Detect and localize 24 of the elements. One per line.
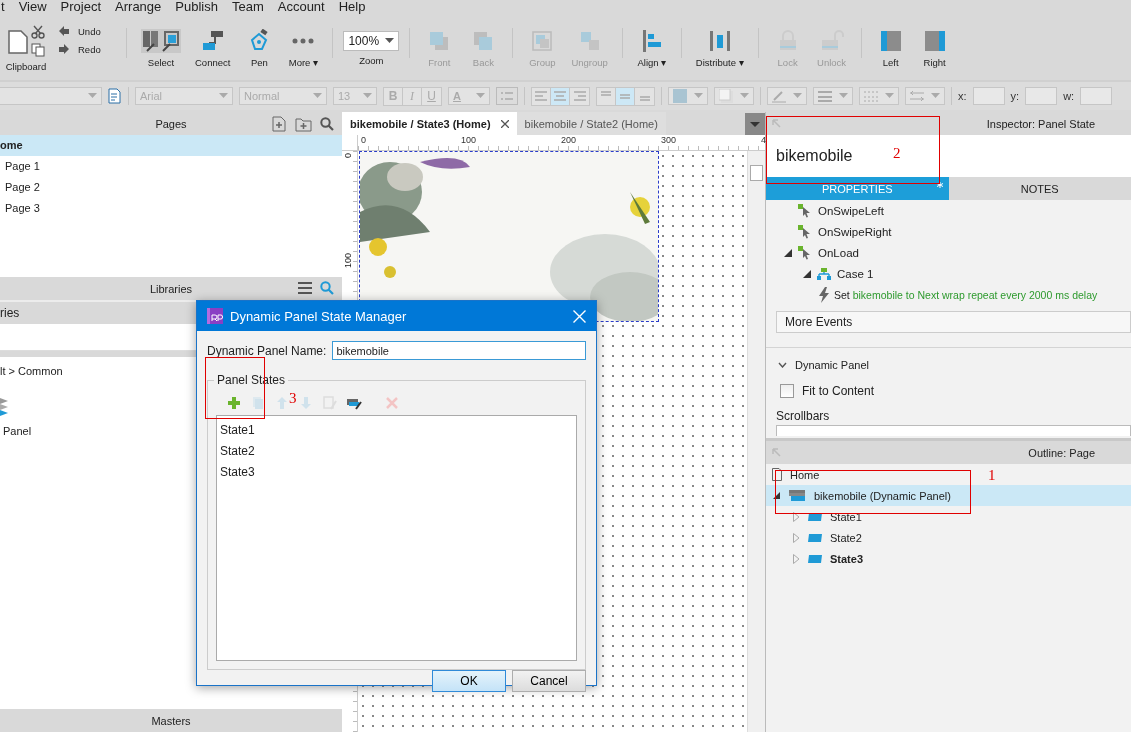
field-label: Scrollbars [775, 409, 831, 423]
library-path: lt > Common [0, 365, 63, 377]
ruler-label: 4 [761, 135, 766, 145]
annotation-number: 3 [289, 391, 297, 406]
ruler-label: 100 [461, 135, 477, 145]
ruler-label: 300 [661, 135, 677, 145]
annotation-number: 1 [988, 468, 996, 483]
ruler-label: 0 [361, 135, 366, 145]
ruler-label: 100 [343, 253, 353, 269]
coordinate-label: y: [1010, 90, 1020, 102]
clipboard-label: Clipboard [5, 60, 47, 72]
coordinate-label: x: [958, 90, 967, 102]
field-label: Dynamic Panel Name: [207, 343, 327, 358]
ruler-label: 200 [561, 135, 577, 145]
checkbox-label: Fit to Content [802, 384, 875, 398]
annotation-number: 2 [893, 146, 901, 161]
panel-title: Masters [151, 714, 191, 727]
coordinate-label: w: [1063, 90, 1075, 102]
zoom-label: Zoom [359, 54, 384, 66]
panel-title: Outline: Page [1028, 446, 1095, 459]
panel-title: Libraries [149, 282, 193, 295]
panel-title: Pages [155, 117, 187, 130]
panel-title: Inspector: Panel State [986, 117, 1095, 130]
ruler-label: 0 [343, 153, 353, 158]
